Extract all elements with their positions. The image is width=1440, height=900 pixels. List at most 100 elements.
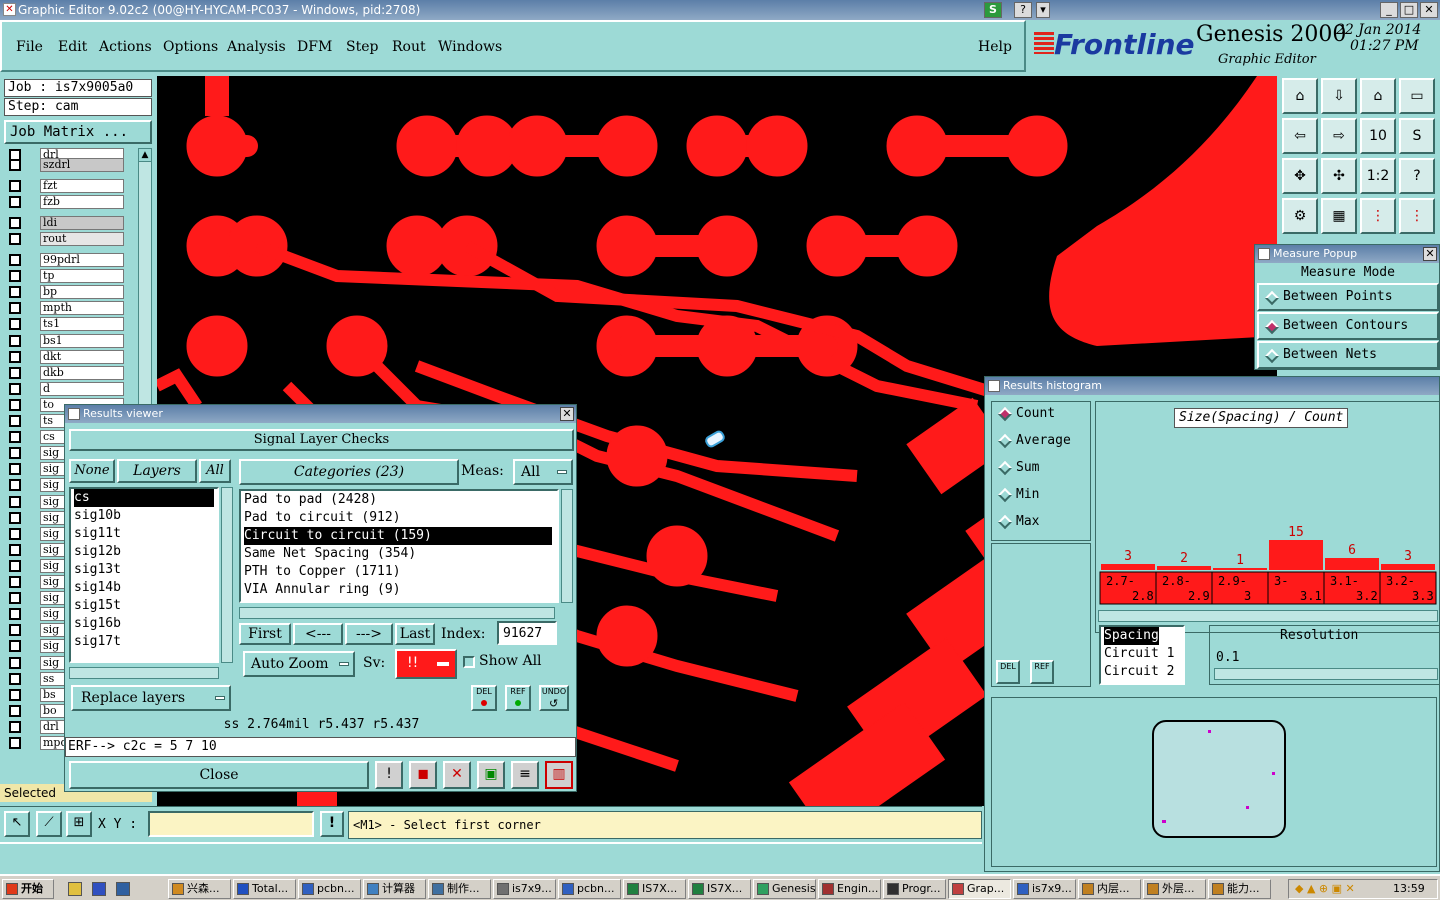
taskbar-task[interactable]: Genesis [753, 879, 816, 899]
taskbar-task[interactable]: 能力... [1208, 879, 1271, 899]
ref-button[interactable]: REF [1030, 660, 1054, 684]
layer-checkbox[interactable] [9, 511, 21, 524]
menu-rout[interactable]: Rout [392, 39, 426, 55]
layer-list-item[interactable]: sig16b [74, 615, 121, 633]
sum-option[interactable]: Sum [992, 460, 1090, 476]
layer-checkbox[interactable] [9, 495, 21, 508]
close-icon[interactable]: ✕ [1423, 247, 1437, 261]
grid-icon[interactable]: ▦ [1321, 198, 1357, 234]
layer-checkbox[interactable] [9, 398, 21, 411]
ref-button[interactable]: REF [505, 685, 531, 711]
settings-icon[interactable]: ⚙ [1282, 198, 1318, 234]
redraw-icon[interactable]: S [1399, 118, 1435, 154]
layer-list-item[interactable]: sig10b [74, 507, 121, 525]
layer-list-item[interactable]: sig14b [74, 579, 121, 597]
category-item[interactable]: VIA Annular ring (9) [244, 581, 401, 599]
layer-checkbox[interactable] [9, 286, 21, 299]
layer-list-box[interactable]: cs sig10b sig11t sig12b sig13t sig14b si… [69, 487, 219, 663]
highlight-icon[interactable]: ! [375, 761, 403, 789]
histogram-item-list[interactable]: Spacing Circuit 1 Circuit 2 [1099, 625, 1185, 685]
taskbar-task[interactable]: is7x9... [1013, 879, 1076, 899]
taskbar-task[interactable]: IS7X... [623, 879, 686, 899]
categories-button[interactable]: Categories (23) [239, 459, 459, 485]
taskbar-task[interactable]: Grap... [948, 879, 1011, 899]
average-option[interactable]: Average [992, 433, 1090, 449]
quick-launch-icon[interactable] [92, 882, 106, 896]
categories-hscrollbar[interactable] [239, 607, 555, 619]
zoom-in-icon[interactable]: ✥ [1282, 158, 1318, 194]
taskbar-task[interactable]: 内层... [1078, 879, 1141, 899]
layer-checkbox[interactable] [9, 576, 21, 588]
layer-checkbox[interactable] [9, 720, 21, 733]
layer-checkbox[interactable] [9, 217, 21, 229]
menu-help[interactable]: Help [978, 39, 1012, 55]
select-icon[interactable]: ↖ [4, 811, 30, 837]
fit-window-icon[interactable]: ▭ [1399, 78, 1435, 114]
taskbar-task[interactable]: 计算器 [363, 879, 426, 899]
menu-edit[interactable]: Edit [58, 39, 87, 55]
category-item[interactable]: PTH to Copper (1711) [244, 563, 401, 581]
layer-list-item-selected[interactable]: cs [74, 489, 214, 507]
layer-list-item[interactable]: sig11t [74, 525, 121, 543]
between-contours-option[interactable]: Between Contours [1257, 312, 1439, 340]
close-icon[interactable]: ✕ [560, 407, 574, 421]
severity-dropdown[interactable]: !! [395, 649, 457, 679]
layer-row[interactable]: tp [6, 269, 124, 284]
histogram-bar[interactable] [1325, 558, 1379, 570]
layer-checkbox[interactable] [9, 415, 21, 427]
layer-checkbox[interactable] [9, 233, 21, 245]
help-icon[interactable]: ? [1014, 2, 1032, 18]
pan-left-icon[interactable]: ⇦ [1282, 118, 1318, 154]
layer-row[interactable]: ldi [6, 216, 124, 230]
layer-row[interactable]: dkb [6, 365, 124, 380]
grid-snap-icon[interactable]: ⊞ [66, 811, 92, 837]
info-button[interactable]: ! [320, 811, 344, 837]
del-button[interactable]: DEL [996, 660, 1020, 684]
measure-icon[interactable]: ⋮ [1399, 198, 1435, 234]
layer-row[interactable]: bs1 [6, 333, 124, 348]
menu-step[interactable]: Step [346, 39, 378, 55]
layer-checkbox[interactable] [9, 672, 21, 685]
prev-button[interactable]: <--- [293, 623, 343, 645]
layer-checkbox[interactable] [9, 527, 21, 540]
layer-checkbox[interactable] [9, 382, 21, 395]
last-button[interactable]: Last [395, 623, 435, 645]
layer-row[interactable]: 99pdrl [6, 253, 124, 267]
signal-layer-checks-header[interactable]: Signal Layer Checks [69, 429, 574, 451]
undo-button[interactable]: UNDO ↺ [539, 685, 569, 711]
layer-checkbox[interactable] [9, 592, 21, 605]
taskbar-task[interactable]: 制作... [428, 879, 491, 899]
taskbar-task[interactable]: pcbn... [558, 879, 621, 899]
index-input[interactable] [497, 621, 557, 645]
zoom-10-icon[interactable]: 10 [1360, 118, 1396, 154]
taskbar-task[interactable]: Engin... [818, 879, 881, 899]
max-option[interactable]: Max [992, 514, 1090, 530]
first-button[interactable]: First [239, 623, 291, 645]
layer-checkbox[interactable] [9, 270, 21, 283]
taskbar-task[interactable]: IS7X... [688, 879, 751, 899]
minimize-button[interactable]: _ [1380, 2, 1398, 18]
layer-row[interactable]: rout [6, 232, 124, 246]
report-icon[interactable]: ▣ [477, 761, 505, 789]
pan-down-icon[interactable]: ⇩ [1321, 78, 1357, 114]
layer-checkbox[interactable] [9, 640, 21, 653]
between-points-option[interactable]: Between Points [1257, 283, 1439, 311]
quick-launch-icon[interactable] [116, 882, 130, 896]
zoom-out-icon[interactable]: ✣ [1321, 158, 1357, 194]
notes-icon[interactable]: ≡ [511, 761, 539, 789]
all-button[interactable]: All [199, 459, 231, 483]
layer-list-item[interactable]: sig15t [74, 597, 121, 615]
layer-list-item[interactable]: sig13t [74, 561, 121, 579]
layer-checkbox[interactable] [9, 608, 21, 621]
min-option[interactable]: Min [992, 487, 1090, 503]
layer-row[interactable]: fzb [6, 195, 124, 209]
layer-checkbox[interactable] [9, 688, 21, 701]
s-badge-button[interactable]: S [984, 2, 1002, 18]
layer-checkbox[interactable] [9, 159, 21, 171]
layer-list-item[interactable]: sig12b [74, 543, 121, 561]
menu-analysis[interactable]: Analysis [227, 39, 286, 55]
histogram-bar[interactable] [1269, 540, 1323, 570]
menu-windows[interactable]: Windows [438, 39, 502, 55]
taskbar-task[interactable]: 兴森... [168, 879, 231, 899]
histogram-scrollbar[interactable] [1098, 610, 1438, 622]
